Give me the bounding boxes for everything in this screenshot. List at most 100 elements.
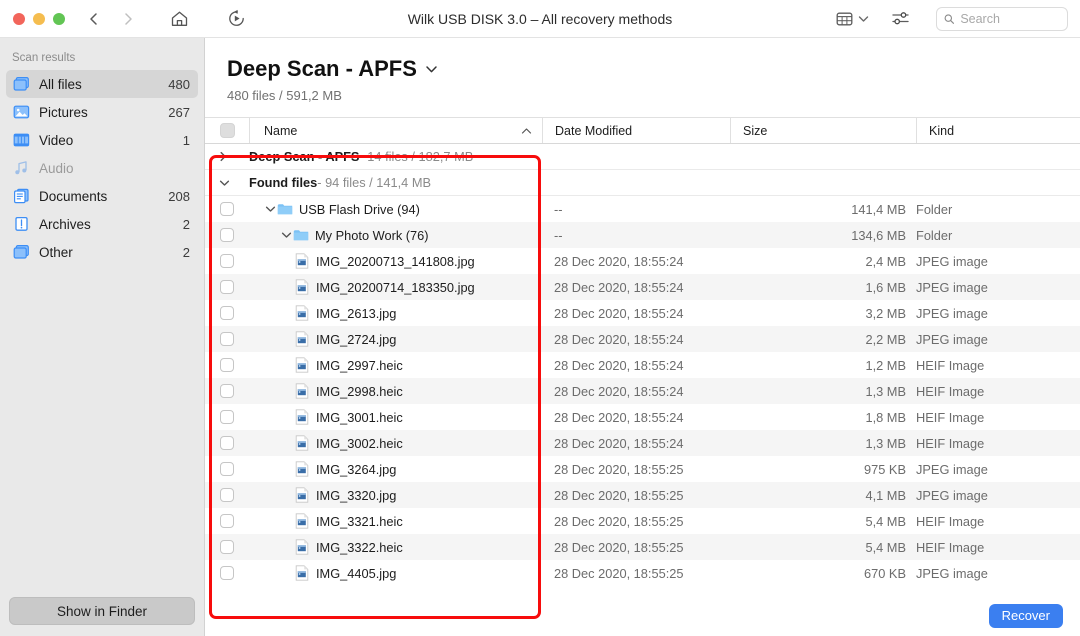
table-row[interactable]: IMG_2613.jpg 28 Dec 2020, 18:55:24 3,2 MB J… [205, 300, 1080, 326]
table-row[interactable]: IMG_3320.jpg 28 Dec 2020, 18:55:25 4,1 MB J… [205, 482, 1080, 508]
row-name: IMG_3002.heic [316, 435, 403, 451]
navigation-buttons [87, 12, 135, 26]
row-checkbox-cell[interactable] [205, 560, 249, 586]
sidebar-item-archives[interactable]: Archives 2 [6, 210, 198, 238]
row-checkbox[interactable] [220, 566, 234, 580]
view-mode-button[interactable] [836, 11, 869, 27]
row-checkbox[interactable] [220, 202, 234, 216]
row-checkbox-cell[interactable] [205, 378, 249, 404]
row-checkbox-cell[interactable] [205, 248, 249, 274]
table-row[interactable]: My Photo Work (76) -- 134,6 MB Folder [205, 222, 1080, 248]
table-row[interactable]: IMG_4405.jpg 28 Dec 2020, 18:55:25 670 KB J… [205, 560, 1080, 586]
group-disclosure-toggle[interactable] [205, 170, 249, 195]
sidebar: Scan results All files 480 Pictures 267 Vide… [0, 38, 205, 636]
column-header-date-modified[interactable]: Date Modified [542, 118, 730, 143]
other-icon [12, 243, 30, 261]
row-checkbox-cell[interactable] [205, 222, 249, 248]
toolbar-right [836, 6, 1080, 31]
row-checkbox-cell[interactable] [205, 274, 249, 300]
row-checkbox[interactable] [220, 488, 234, 502]
table-group-row[interactable]: Found files - 94 files / 141,4 MB [205, 170, 1080, 196]
search-field[interactable] [936, 6, 1068, 31]
rescan-button[interactable] [227, 9, 246, 28]
sidebar-item-documents[interactable]: Documents 208 [6, 182, 198, 210]
row-checkbox-cell[interactable] [205, 300, 249, 326]
row-checkbox[interactable] [220, 306, 234, 320]
column-header-size[interactable]: Size [730, 118, 916, 143]
group-label-cell: Found files - 94 files / 141,4 MB [249, 170, 1080, 195]
row-size: 1,3 MB [865, 435, 906, 451]
row-disclosure-toggle[interactable] [279, 231, 293, 239]
row-checkbox-cell[interactable] [205, 508, 249, 534]
filter-button[interactable] [891, 10, 910, 27]
table-row[interactable]: IMG_3321.heic 28 Dec 2020, 18:55:25 5,4 MB… [205, 508, 1080, 534]
home-button[interactable] [170, 10, 189, 28]
table-row[interactable]: IMG_3001.heic 28 Dec 2020, 18:55:24 1,8 MB… [205, 404, 1080, 430]
table-row[interactable]: IMG_3002.heic 28 Dec 2020, 18:55:24 1,3 MB… [205, 430, 1080, 456]
forward-button[interactable] [121, 12, 135, 26]
row-checkbox-cell[interactable] [205, 430, 249, 456]
row-disclosure-toggle[interactable] [263, 205, 277, 213]
row-date-modified: 28 Dec 2020, 18:55:25 [554, 565, 684, 581]
column-header-name[interactable]: Name [249, 118, 542, 143]
row-name-cell: My Photo Work (76) [249, 222, 542, 248]
row-checkbox-cell[interactable] [205, 534, 249, 560]
table-row[interactable]: IMG_2998.heic 28 Dec 2020, 18:55:24 1,3 MB… [205, 378, 1080, 404]
select-all-checkbox[interactable] [219, 123, 235, 138]
scan-title-row[interactable]: Deep Scan - APFS [227, 56, 1080, 82]
sidebar-header: Scan results [12, 52, 76, 64]
row-size: 1,2 MB [865, 357, 906, 373]
window-body: Scan results All files 480 Pictures 267 Vide… [0, 38, 1080, 636]
table-row[interactable]: IMG_20200713_141808.jpg 28 Dec 2020, 18:5… [205, 248, 1080, 274]
recover-button[interactable]: Recover [988, 603, 1063, 628]
sidebar-item-video[interactable]: Video 1 [6, 126, 198, 154]
row-checkbox[interactable] [220, 436, 234, 450]
sidebar-item-pictures[interactable]: Pictures 267 [6, 98, 198, 126]
row-checkbox[interactable] [220, 228, 234, 242]
row-name: IMG_3321.heic [316, 513, 403, 529]
row-checkbox-cell[interactable] [205, 352, 249, 378]
row-checkbox[interactable] [220, 358, 234, 372]
table-row[interactable]: IMG_2997.heic 28 Dec 2020, 18:55:24 1,2 MB… [205, 352, 1080, 378]
chevron-down-icon[interactable] [425, 65, 438, 74]
row-checkbox[interactable] [220, 384, 234, 398]
row-checkbox-cell[interactable] [205, 196, 249, 222]
row-checkbox[interactable] [220, 280, 234, 294]
table-row[interactable]: USB Flash Drive (94) -- 141,4 MB Folder [205, 196, 1080, 222]
row-checkbox[interactable] [220, 332, 234, 346]
maximize-window-button[interactable] [53, 12, 65, 25]
image-file-icon [295, 253, 309, 269]
folder-icon [293, 230, 309, 241]
column-header-select-all[interactable] [205, 118, 249, 143]
table-row[interactable]: IMG_3264.jpg 28 Dec 2020, 18:55:25 975 KB J… [205, 456, 1080, 482]
search-input[interactable] [960, 11, 1060, 26]
sidebar-item-other[interactable]: Other 2 [6, 238, 198, 266]
row-checkbox[interactable] [220, 254, 234, 268]
back-button[interactable] [87, 12, 101, 26]
show-in-finder-button[interactable]: Show in Finder [9, 597, 195, 625]
row-checkbox[interactable] [220, 462, 234, 476]
image-file-icon [295, 409, 309, 425]
row-checkbox[interactable] [220, 514, 234, 528]
table-row[interactable]: IMG_2724.jpg 28 Dec 2020, 18:55:24 2,2 MB J… [205, 326, 1080, 352]
row-checkbox-cell[interactable] [205, 404, 249, 430]
minimize-window-button[interactable] [33, 12, 45, 25]
audio-icon [12, 159, 30, 177]
table-row[interactable]: IMG_20200714_183350.jpg 28 Dec 2020, 18:5… [205, 274, 1080, 300]
sidebar-item-audio[interactable]: Audio [6, 154, 198, 182]
row-checkbox-cell[interactable] [205, 326, 249, 352]
sidebar-item-all-files[interactable]: All files 480 [6, 70, 198, 98]
table-group-row[interactable]: Deep Scan - APFS - 14 files / 182,7 MB [205, 144, 1080, 170]
title-bar: Wilk USB DISK 3.0 – All recovery methods [0, 0, 1080, 38]
row-checkbox[interactable] [220, 410, 234, 424]
column-header-kind[interactable]: Kind [916, 118, 1080, 143]
row-checkbox-cell[interactable] [205, 482, 249, 508]
table-row[interactable]: IMG_3322.heic 28 Dec 2020, 18:55:25 5,4 MB… [205, 534, 1080, 560]
group-disclosure-toggle[interactable] [205, 144, 249, 169]
row-name: IMG_2997.heic [316, 357, 403, 373]
close-window-button[interactable] [13, 12, 25, 25]
row-checkbox-cell[interactable] [205, 456, 249, 482]
row-name-cell: IMG_2613.jpg [249, 300, 542, 326]
row-kind: HEIF Image [916, 409, 985, 425]
row-checkbox[interactable] [220, 540, 234, 554]
